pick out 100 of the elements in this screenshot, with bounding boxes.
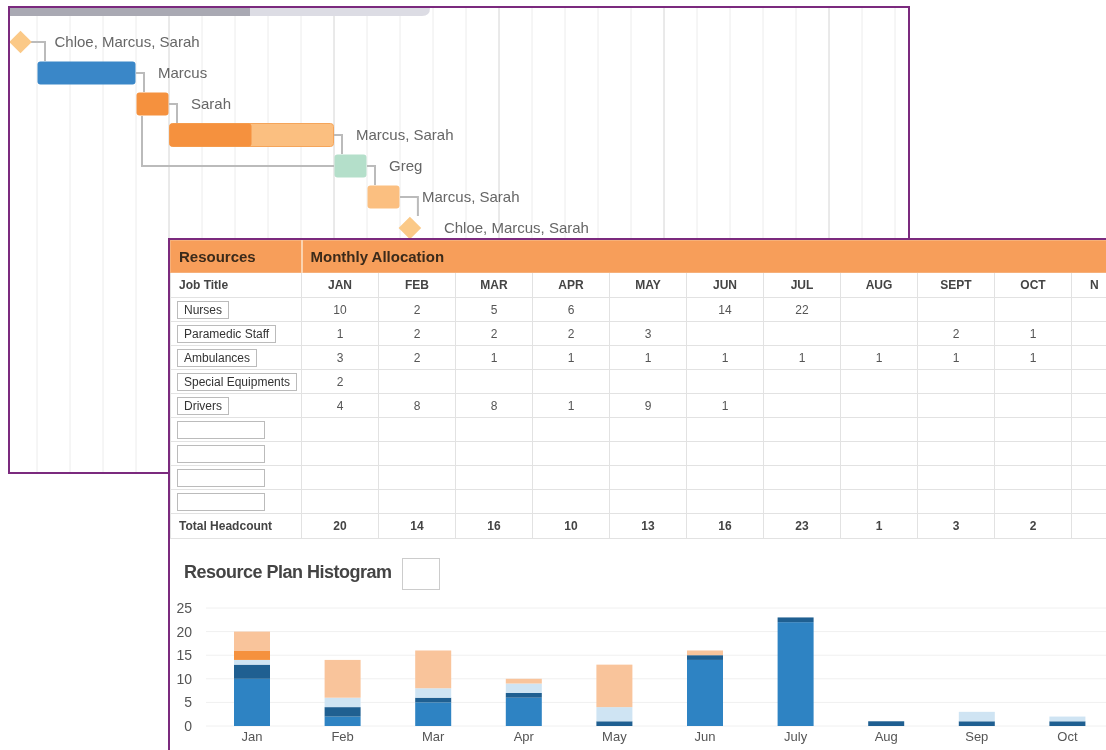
column-header: Job Title <box>170 272 302 298</box>
connector-line <box>366 165 376 186</box>
gantt-bar[interactable] <box>169 123 334 147</box>
assignee-label: Greg <box>389 157 423 174</box>
column-header: APR <box>532 272 610 298</box>
table-cell: 1 <box>301 321 379 346</box>
column-header: MAY <box>609 272 687 298</box>
table-cell: 1 <box>532 345 610 370</box>
table-cell: 2 <box>378 345 456 370</box>
section-heading: Monthly Allocation <box>301 240 1106 273</box>
histogram-bar <box>324 716 361 726</box>
axis-tick-label: 15 <box>176 647 192 664</box>
text-box[interactable] <box>177 420 265 439</box>
axis-tick-label: 5 <box>184 694 192 711</box>
table-cell: 16 <box>455 513 533 539</box>
text-box[interactable] <box>401 558 440 590</box>
chart-title: Resource Plan Histogram <box>184 561 392 583</box>
table-cell: 1 <box>763 345 841 370</box>
table-cell: 1 <box>917 345 995 370</box>
table-cell: 20 <box>301 513 379 539</box>
axis-category-label: July <box>784 729 808 744</box>
timeline-scrollbar[interactable] <box>10 8 430 16</box>
table-cell: 1 <box>455 345 533 370</box>
axis-category-label: Mar <box>422 729 445 744</box>
assignee-label: Marcus, Sarah <box>356 126 454 143</box>
table-cell: 3 <box>301 345 379 370</box>
gantt-bar[interactable] <box>136 92 169 116</box>
text-box[interactable] <box>177 492 265 511</box>
text-box[interactable] <box>177 444 265 463</box>
table-cell: 4 <box>301 393 379 418</box>
axis-category-label: Apr <box>513 729 534 744</box>
column-header: MAR <box>455 272 533 298</box>
assignee-label: Marcus <box>158 64 208 81</box>
text-box[interactable] <box>177 468 265 487</box>
gantt-bar[interactable] <box>334 154 367 178</box>
table-cell: 23 <box>763 513 841 539</box>
column-header: JUN <box>686 272 764 298</box>
job-title-text[interactable]: Nurses <box>177 300 229 319</box>
axis-category-label: Aug <box>874 729 898 744</box>
table-cell: 2 <box>378 321 456 346</box>
total-label: Total Headcount <box>170 513 302 539</box>
table-cell: 14 <box>378 513 456 539</box>
section-heading: Resources <box>170 240 302 273</box>
table-cell: 1 <box>994 321 1072 346</box>
table-cell: 3 <box>917 513 995 539</box>
job-title-text[interactable]: Ambulances <box>177 348 258 367</box>
table-cell: 1 <box>840 513 918 539</box>
job-title-text[interactable]: Special Equipments <box>177 372 298 391</box>
table-cell: 2 <box>532 321 610 346</box>
table-cell: 1 <box>840 345 918 370</box>
column-header: JAN <box>301 272 379 298</box>
axis-category-label: Sep <box>965 729 989 744</box>
column-header: OCT <box>994 272 1072 298</box>
table-cell: 8 <box>455 393 533 418</box>
axis-category-label: Jan <box>241 729 263 744</box>
table-cell: 16 <box>686 513 764 539</box>
column-header: JUL <box>763 272 841 298</box>
axis-category-label: Feb <box>331 729 354 744</box>
assignee-label: Marcus, Sarah <box>422 188 520 205</box>
connector-line <box>135 72 145 93</box>
table-cell: 1 <box>609 345 687 370</box>
column-header: AUG <box>840 272 918 298</box>
gantt-bar[interactable] <box>367 185 400 209</box>
table-cell: 6 <box>532 297 610 322</box>
column-header: SEPT <box>917 272 995 298</box>
table-cell: 2 <box>917 321 995 346</box>
axis-tick-label: 20 <box>176 623 192 640</box>
table-cell: 2 <box>994 513 1072 539</box>
table-cell: 13 <box>609 513 687 539</box>
table-cell: 9 <box>609 393 687 418</box>
table-cell: 2 <box>301 369 379 394</box>
column-header: FEB <box>378 272 456 298</box>
table-cell: 3 <box>609 321 687 346</box>
table-cell: 1 <box>994 345 1072 370</box>
table-cell: 1 <box>686 345 764 370</box>
axis-tick-label: 10 <box>176 670 192 687</box>
axis-tick-label: 0 <box>184 718 192 734</box>
assignee-label: Sarah <box>191 95 232 112</box>
table-cell: 2 <box>378 297 456 322</box>
axis-category-label: May <box>602 729 627 744</box>
axis-category-label: Oct <box>1057 729 1078 744</box>
histogram-bar <box>868 721 905 726</box>
assignee-label: Chloe, Marcus, Sarah <box>443 219 589 236</box>
table-cell: 2 <box>455 321 533 346</box>
table-cell: 1 <box>686 393 764 418</box>
gantt-bar[interactable] <box>37 61 136 85</box>
table-cell: 22 <box>763 297 841 322</box>
connector-line <box>29 41 46 62</box>
assignee-label: Chloe, Marcus, Sarah <box>54 33 200 50</box>
axis-category-label: Jun <box>694 729 716 744</box>
table-cell: 8 <box>378 393 456 418</box>
table-cell: 10 <box>301 297 379 322</box>
job-title-text[interactable]: Paramedic Staff <box>177 324 277 343</box>
job-title-text[interactable]: Drivers <box>177 396 229 415</box>
connector-line <box>399 196 419 217</box>
table-cell: 10 <box>532 513 610 539</box>
table-cell: 1 <box>532 393 610 418</box>
table-cell: 5 <box>455 297 533 322</box>
histogram-bar <box>324 707 361 717</box>
axis-tick-label: 25 <box>176 600 192 616</box>
